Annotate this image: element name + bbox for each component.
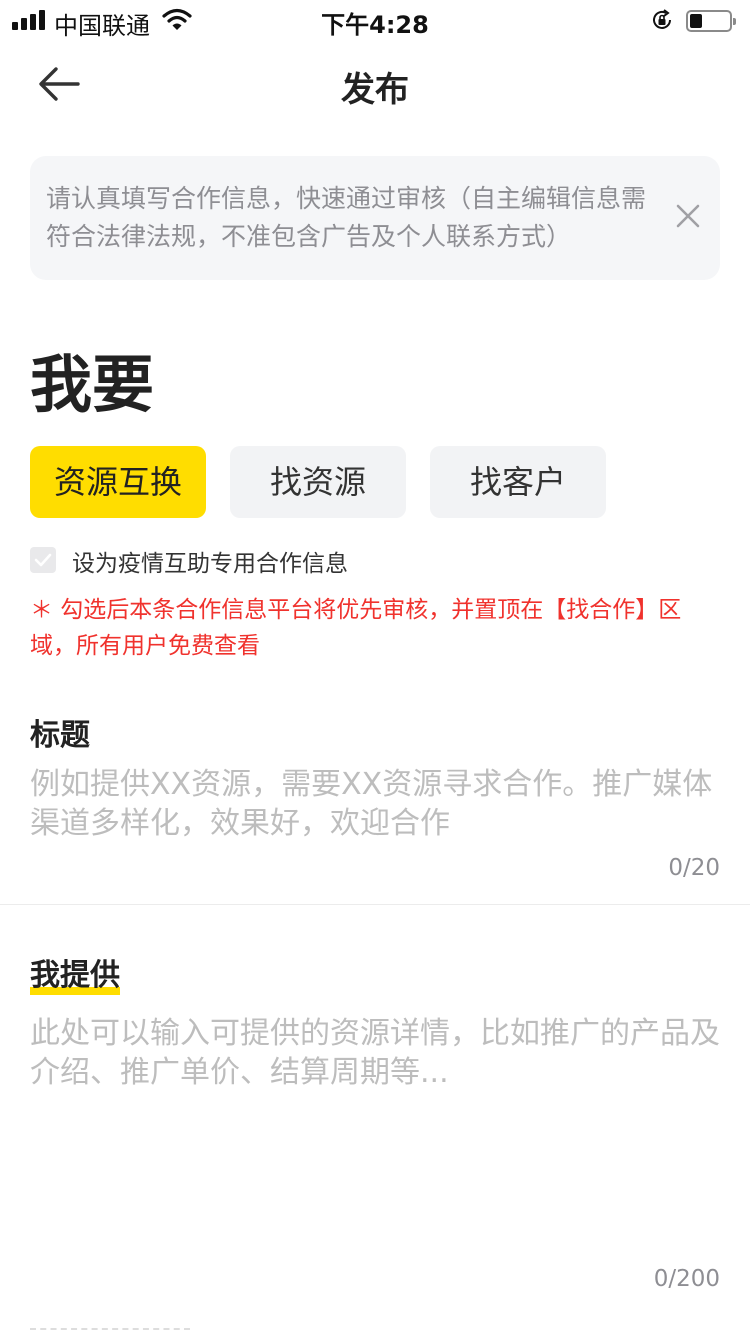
status-bar: 中国联通 下午4:28 bbox=[0, 0, 750, 40]
provide-input[interactable] bbox=[30, 1014, 720, 1234]
next-section-divider bbox=[30, 1328, 190, 1330]
type-button-resource-exchange[interactable]: 资源互换 bbox=[30, 446, 206, 518]
provide-field-label-text: 我提供 bbox=[30, 958, 120, 995]
publish-page: 中国联通 下午4:28 发布 请认真填写合作信息，快速通过审核（自主编辑信息需符… bbox=[0, 0, 750, 1334]
rotation-lock-icon bbox=[653, 9, 671, 29]
title-char-counter: 0/20 bbox=[668, 855, 720, 881]
status-time: 下午4:28 bbox=[321, 11, 429, 39]
notice-text: 请认真填写合作信息，快速通过审核（自主编辑信息需符合法律法规，不准包含广告及个人… bbox=[46, 184, 647, 251]
section-divider bbox=[0, 904, 750, 905]
title-input[interactable] bbox=[30, 765, 720, 847]
type-button-find-customer[interactable]: 找客户 bbox=[430, 446, 606, 518]
epidemic-checkbox-label: 设为疫情互助专用合作信息 bbox=[72, 551, 348, 577]
nav-bar: 发布 bbox=[0, 50, 750, 120]
check-icon bbox=[34, 553, 52, 567]
epidemic-option[interactable]: 设为疫情互助专用合作信息 bbox=[30, 543, 720, 577]
battery-icon bbox=[686, 10, 736, 32]
epidemic-warning-text: ＊ 勾选后本条合作信息平台将优先审核，并置顶在【找合作】区域，所有用户免费查看 bbox=[30, 597, 682, 659]
close-icon[interactable] bbox=[674, 202, 702, 230]
provide-char-counter: 0/200 bbox=[653, 1266, 720, 1292]
notice-banner: 请认真填写合作信息，快速通过审核（自主编辑信息需符合法律法规，不准包含广告及个人… bbox=[30, 156, 720, 280]
epidemic-checkbox[interactable] bbox=[30, 547, 56, 573]
title-field-label: 标题 bbox=[30, 718, 90, 753]
section-title: 我要 bbox=[30, 348, 155, 421]
page-title: 发布 bbox=[341, 70, 409, 110]
type-button-find-resource[interactable]: 找资源 bbox=[230, 446, 406, 518]
provide-field-label: 我提供 bbox=[30, 950, 120, 995]
